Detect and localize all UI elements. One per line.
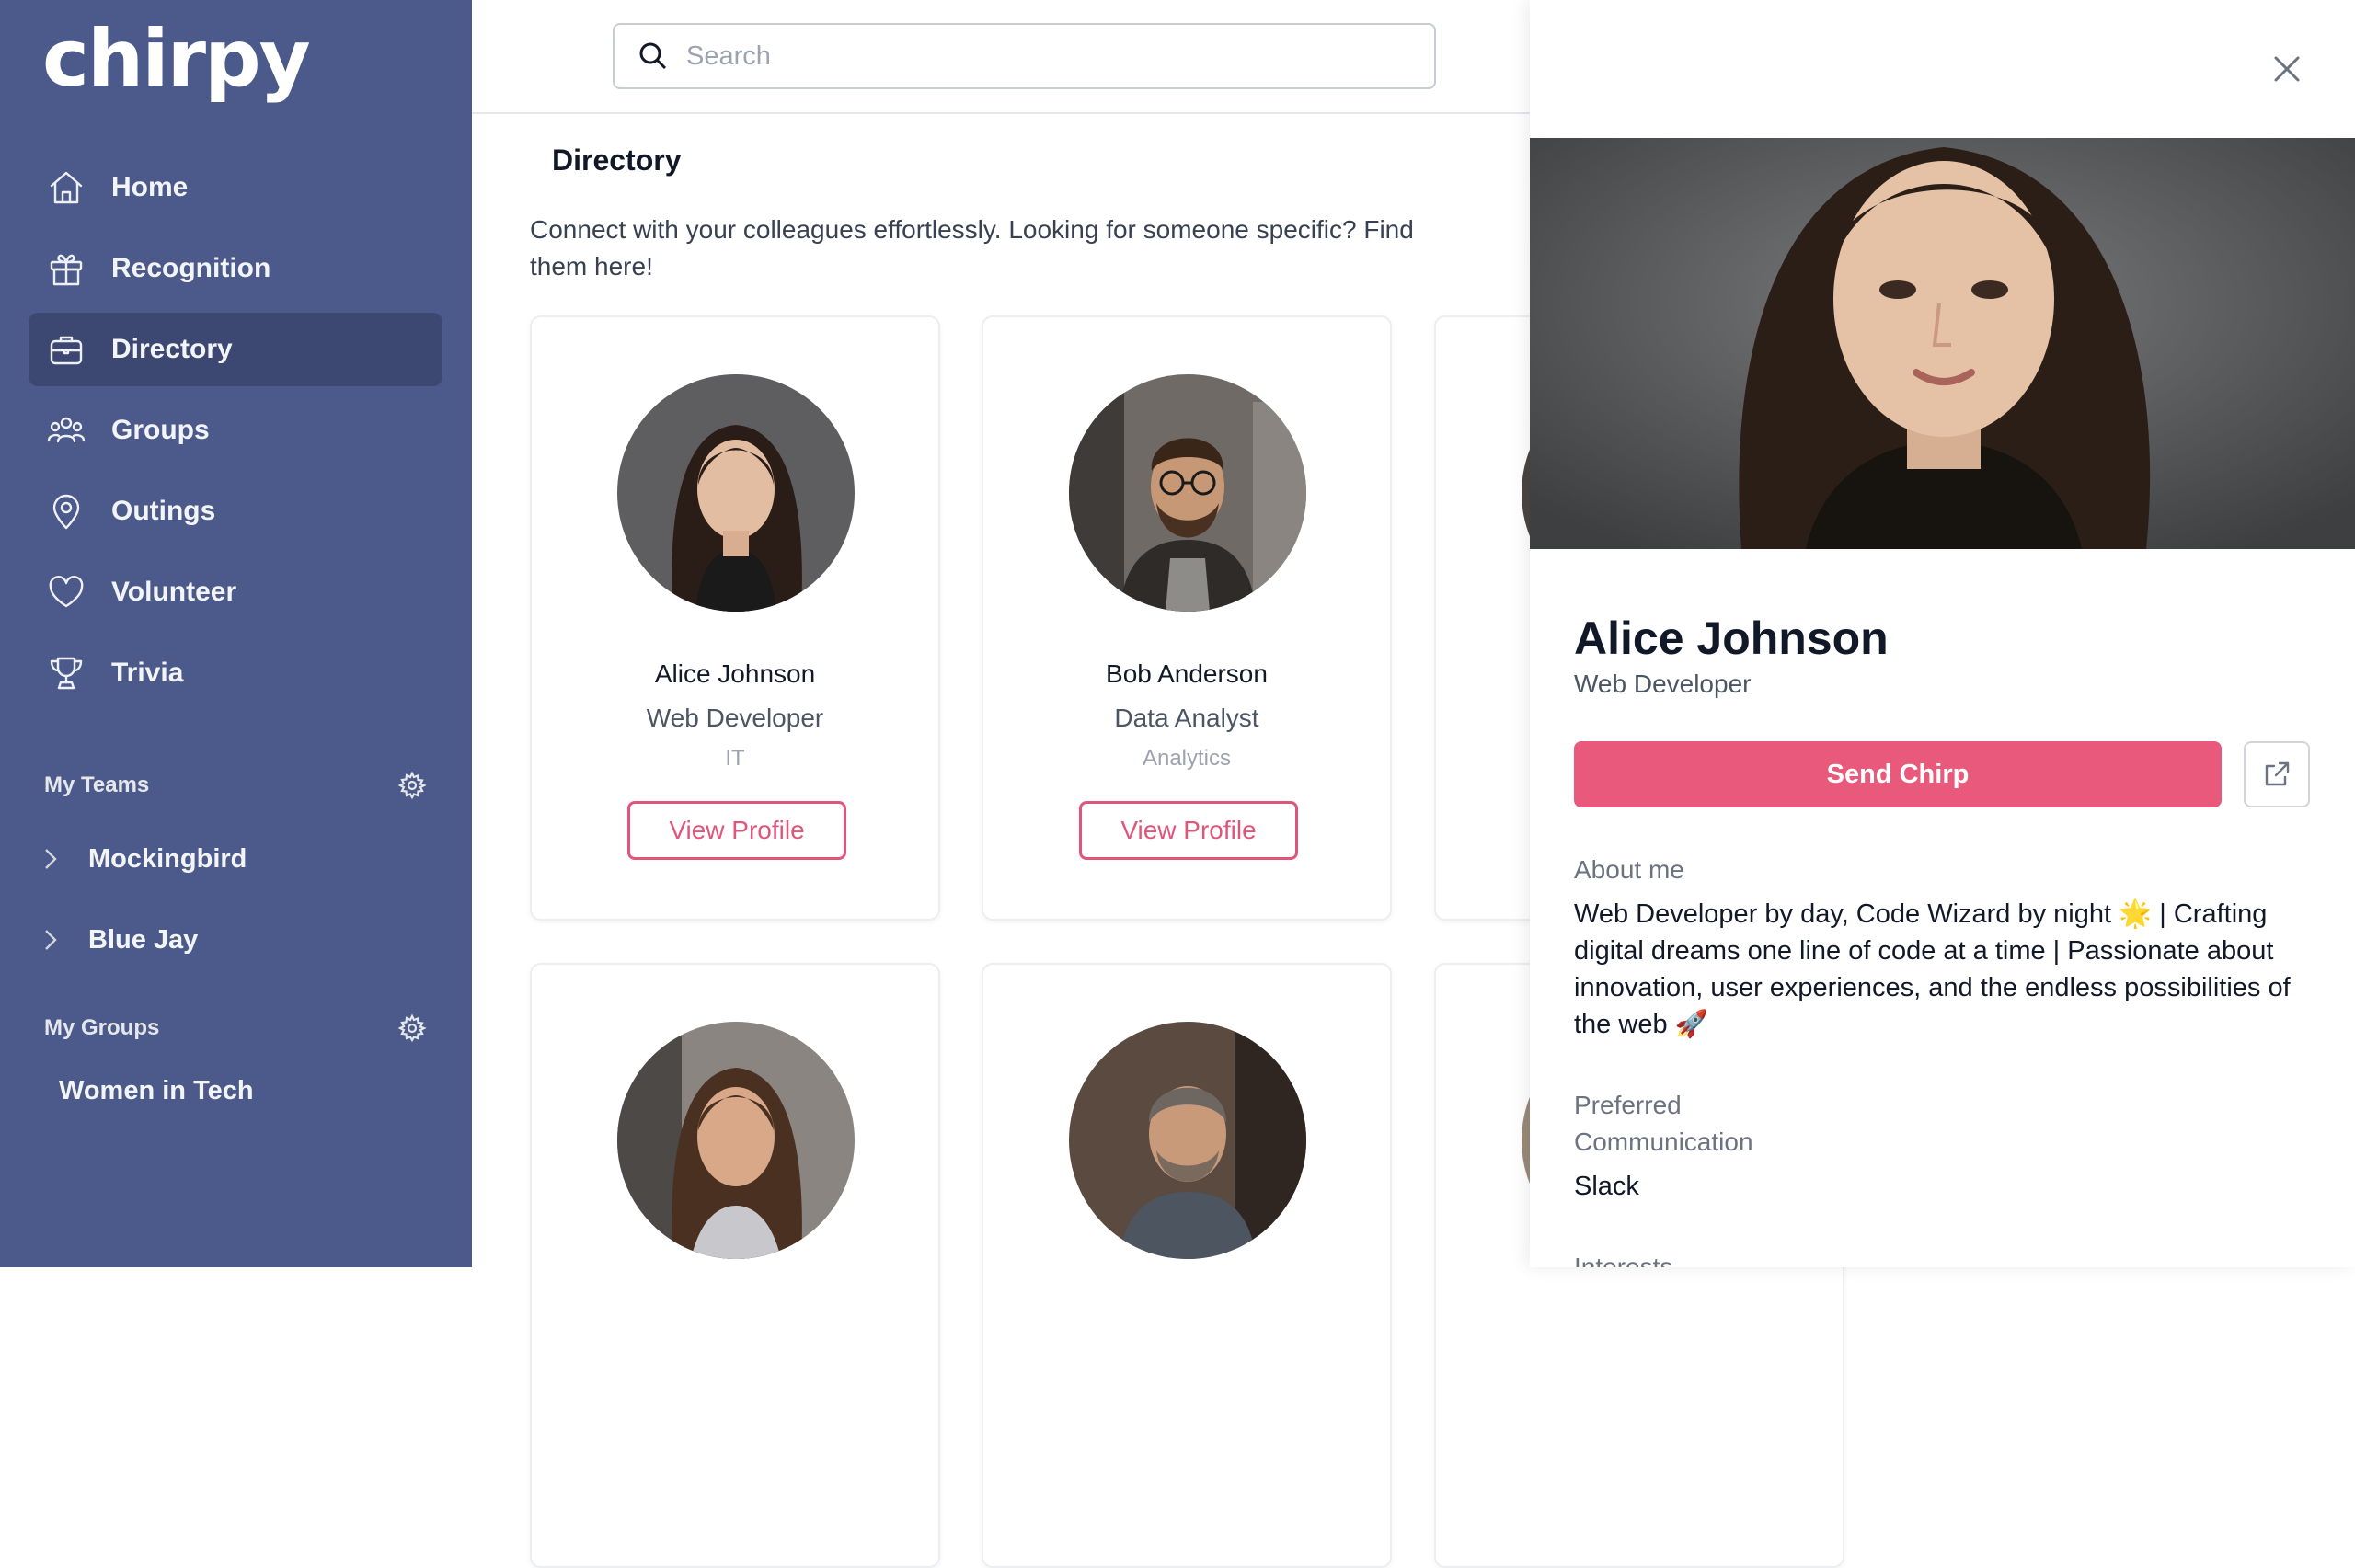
page-description: Connect with your colleagues effortlessl… <box>530 215 1414 280</box>
employee-card <box>982 963 1392 1568</box>
nav-item-groups[interactable]: Groups <box>29 394 442 467</box>
team-item-mockingbird[interactable]: Mockingbird <box>37 831 247 887</box>
top-bar <box>472 0 1530 114</box>
team-item-blue-jay[interactable]: Blue Jay <box>37 912 198 967</box>
employee-name: Alice Johnson <box>654 659 816 688</box>
employee-card: Bob Anderson Data Analyst Analytics View… <box>982 315 1392 921</box>
employee-name: Bob Anderson <box>1106 659 1268 688</box>
my-teams-title: My Teams <box>44 773 150 797</box>
map-pin-icon <box>45 490 87 532</box>
team-label: Mockingbird <box>88 843 247 874</box>
view-profile-button[interactable]: View Profile <box>1079 801 1298 860</box>
employee-role: Data Analyst <box>1114 704 1259 732</box>
about-label: About me <box>1574 855 1684 884</box>
employee-card <box>530 963 940 1568</box>
avatar <box>617 1022 855 1259</box>
home-icon <box>45 166 87 209</box>
preferred-communication-value: Slack <box>1574 1172 1639 1201</box>
gift-icon <box>45 247 87 290</box>
nav-item-trivia[interactable]: Trivia <box>29 636 442 710</box>
page-title: Directory <box>552 143 682 177</box>
close-button[interactable] <box>2264 46 2310 92</box>
chirpy-logo[interactable]: chirpy <box>42 13 311 105</box>
nav-item-volunteer[interactable]: Volunteer <box>29 555 442 629</box>
send-chirp-button[interactable]: Send Chirp <box>1574 741 2222 807</box>
groups-settings-icon[interactable] <box>396 1012 429 1045</box>
chevron-right-icon <box>37 926 64 954</box>
view-profile-button[interactable]: View Profile <box>627 801 846 860</box>
nav-label: Home <box>111 172 189 202</box>
teams-settings-icon[interactable] <box>396 769 429 802</box>
sidebar: chirpy Home Recognition Directory Groups… <box>0 0 472 1267</box>
briefcase-icon <box>45 328 87 371</box>
nav-label: Recognition <box>111 253 271 283</box>
nav-label: Outings <box>111 496 216 526</box>
employee-department: Analytics <box>1142 746 1232 771</box>
main-nav: Home Recognition Directory Groups Outing… <box>29 151 442 717</box>
open-external-button[interactable] <box>2244 741 2310 807</box>
nav-item-recognition[interactable]: Recognition <box>29 232 442 305</box>
about-text: Web Developer by day, Code Wizard by nig… <box>1574 899 2291 1039</box>
interests-label: Interests <box>1574 1253 1673 1267</box>
nav-label: Groups <box>111 415 210 445</box>
profile-drawer: Alice Johnson Web Developer Send Chirp A… <box>1530 0 2355 1267</box>
group-item-women-in-tech[interactable]: Women in Tech <box>59 1076 254 1106</box>
nav-item-directory[interactable]: Directory <box>29 313 442 386</box>
external-link-icon <box>2265 761 2290 786</box>
search-icon <box>639 42 667 70</box>
profile-role: Web Developer <box>1574 670 1752 698</box>
users-icon <box>45 409 87 452</box>
employee-department: IT <box>725 746 745 771</box>
search-box[interactable] <box>613 23 1436 89</box>
my-groups-title: My Groups <box>44 1015 160 1040</box>
chevron-right-icon <box>37 845 64 873</box>
heart-icon <box>45 571 87 613</box>
employee-role: Web Developer <box>646 704 824 732</box>
nav-label: Volunteer <box>111 577 237 607</box>
avatar <box>617 374 855 612</box>
avatar <box>1069 374 1306 612</box>
nav-label: Trivia <box>111 658 184 688</box>
nav-item-home[interactable]: Home <box>29 151 442 224</box>
nav-item-outings[interactable]: Outings <box>29 475 442 548</box>
close-icon <box>2274 56 2300 82</box>
employee-card: Alice Johnson Web Developer IT View Prof… <box>530 315 940 921</box>
trophy-icon <box>45 652 87 694</box>
team-label: Blue Jay <box>88 924 199 955</box>
profile-name: Alice Johnson <box>1574 612 1889 664</box>
preferred-communication-label: Preferred Communication <box>1574 1091 1753 1156</box>
search-input[interactable] <box>686 40 1404 72</box>
avatar <box>1069 1022 1306 1259</box>
profile-photo <box>1530 138 2355 549</box>
nav-label: Directory <box>111 334 233 364</box>
